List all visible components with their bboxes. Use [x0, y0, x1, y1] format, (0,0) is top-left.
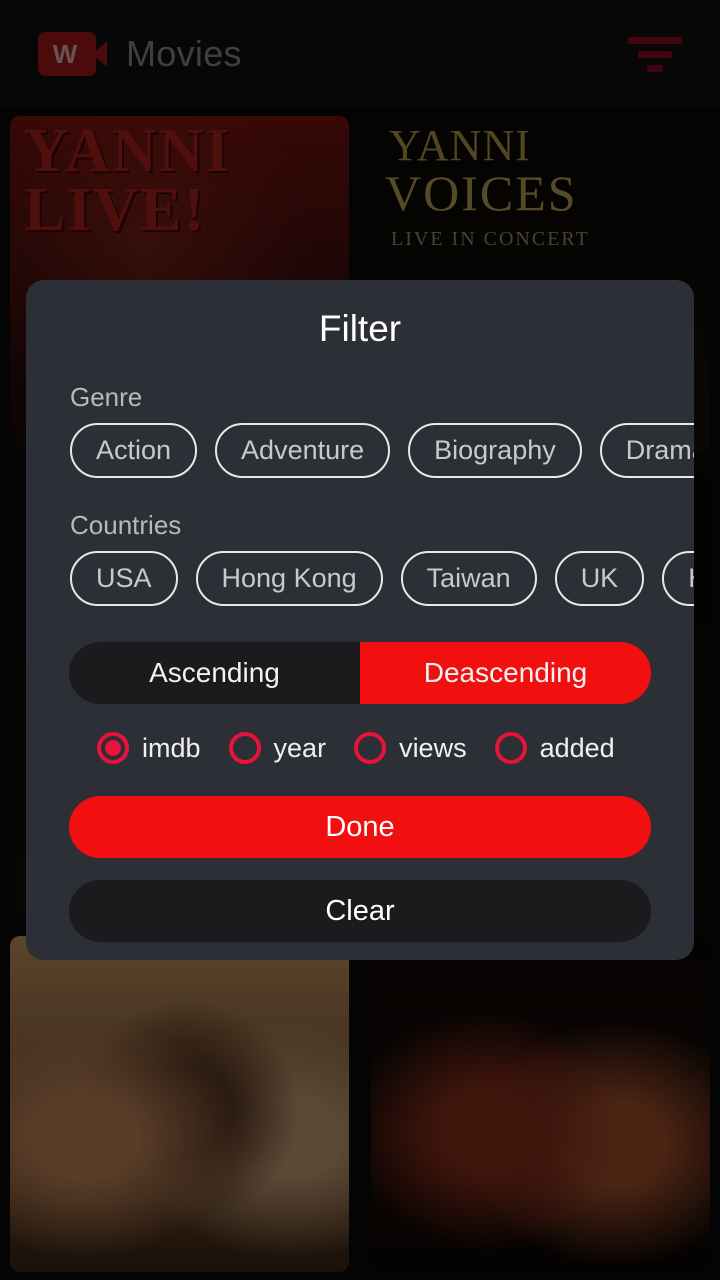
- sort-by-radio-imdb[interactable]: imdb: [97, 732, 201, 764]
- sort-by-label-added: added: [539, 732, 615, 763]
- country-chip-hong-kong[interactable]: Hong Kong: [195, 551, 383, 606]
- sort-by-label-imdb: imdb: [142, 732, 201, 763]
- radio-icon-views: [354, 732, 387, 764]
- genre-chip-action[interactable]: Action: [70, 423, 198, 478]
- sort-direction-segmented-control[interactable]: Ascending Deascending: [69, 642, 651, 704]
- genre-chip-row[interactable]: Action Adventure Biography Drama: [26, 423, 694, 478]
- filter-dialog: Filter Genre Action Adventure Biography …: [26, 280, 694, 960]
- genre-section-label: Genre: [70, 382, 143, 412]
- country-chip-hungary[interactable]: Hun: [662, 551, 694, 606]
- clear-button[interactable]: Clear: [69, 880, 651, 942]
- radio-icon-imdb: [97, 732, 129, 764]
- sort-by-radio-year[interactable]: year: [228, 732, 327, 764]
- app-screen: W Movies YANNI LIVE! YANNI VOICES: [0, 0, 720, 1280]
- countries-chip-row[interactable]: USA Hong Kong Taiwan UK Hun: [26, 551, 694, 606]
- sort-by-radio-group[interactable]: imdb year views added: [69, 732, 651, 764]
- sort-deascending-option[interactable]: Deascending: [360, 642, 651, 704]
- done-button[interactable]: Done: [69, 796, 651, 858]
- sort-by-radio-added[interactable]: added: [494, 732, 615, 764]
- dialog-title: Filter: [318, 308, 402, 349]
- country-chip-uk[interactable]: UK: [554, 551, 645, 606]
- sort-by-label-year: year: [273, 732, 327, 763]
- genre-chip-drama[interactable]: Drama: [599, 423, 694, 478]
- sort-ascending-option[interactable]: Ascending: [69, 642, 360, 704]
- sort-by-radio-views[interactable]: views: [354, 732, 467, 764]
- radio-icon-added: [494, 732, 527, 764]
- radio-icon-year: [228, 732, 261, 764]
- countries-section-label: Countries: [70, 510, 182, 540]
- country-chip-taiwan[interactable]: Taiwan: [400, 551, 537, 606]
- genre-chip-biography[interactable]: Biography: [408, 423, 582, 478]
- genre-chip-adventure[interactable]: Adventure: [215, 423, 391, 478]
- country-chip-usa[interactable]: USA: [70, 551, 178, 606]
- sort-by-label-views: views: [399, 732, 467, 763]
